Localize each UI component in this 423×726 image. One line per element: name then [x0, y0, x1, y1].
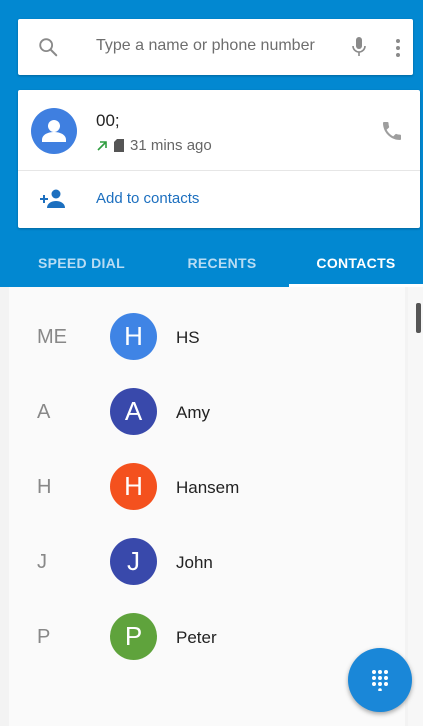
- contact-name: Amy: [176, 403, 210, 422]
- contact-list: ME H HS A A Amy H H Hansem J J John P P …: [9, 287, 405, 726]
- search-bar[interactable]: Type a name or phone number: [18, 19, 413, 75]
- recent-call-card: 00; 31 mins ago Add to contacts: [18, 90, 420, 228]
- search-input[interactable]: Type a name or phone number: [96, 37, 315, 55]
- avatar: H: [110, 463, 157, 510]
- contact-row-peter[interactable]: P P Peter: [9, 599, 405, 674]
- contact-row-hansem[interactable]: H H Hansem: [9, 449, 405, 524]
- recent-call-row[interactable]: 00; 31 mins ago: [18, 90, 420, 170]
- add-to-contacts-button[interactable]: Add to contacts: [18, 171, 420, 228]
- scrollbar[interactable]: [408, 287, 423, 726]
- more-vert-icon[interactable]: [390, 36, 406, 60]
- section-header: H: [37, 476, 52, 498]
- person-icon: [42, 120, 66, 142]
- contact-row-amy[interactable]: A A Amy: [9, 374, 405, 449]
- avatar[interactable]: [31, 108, 77, 154]
- phone-icon[interactable]: [380, 119, 404, 143]
- recent-call-meta: 31 mins ago: [96, 137, 212, 154]
- section-header: P: [37, 626, 51, 648]
- search-icon[interactable]: [37, 36, 59, 58]
- sim-icon: [114, 139, 124, 152]
- tab-bar: SPEED DIAL RECENTS CONTACTS: [0, 240, 423, 287]
- recent-call-time: 31 mins ago: [130, 137, 212, 154]
- contact-name: John: [176, 553, 213, 572]
- section-header: A: [37, 401, 51, 423]
- dialpad-button[interactable]: [348, 648, 412, 712]
- avatar: H: [110, 313, 157, 360]
- tab-contacts[interactable]: CONTACTS: [289, 240, 423, 287]
- add-person-icon: [40, 189, 65, 208]
- scrollbar-thumb[interactable]: [416, 303, 421, 333]
- section-header: J: [37, 551, 47, 573]
- recent-call-number: 00;: [96, 111, 120, 130]
- tab-recents[interactable]: RECENTS: [155, 240, 289, 287]
- avatar: A: [110, 388, 157, 435]
- contact-name: Peter: [176, 628, 217, 647]
- section-header: ME: [37, 326, 67, 348]
- tab-speed-dial[interactable]: SPEED DIAL: [0, 240, 163, 287]
- contact-name: HS: [176, 328, 200, 347]
- dialpad-icon: [372, 670, 388, 691]
- contact-row-me[interactable]: ME H HS: [9, 299, 405, 374]
- outgoing-call-icon: [97, 140, 107, 151]
- contact-row-john[interactable]: J J John: [9, 524, 405, 599]
- avatar: P: [110, 613, 157, 660]
- avatar: J: [110, 538, 157, 585]
- add-to-contacts-label: Add to contacts: [96, 190, 200, 207]
- contact-name: Hansem: [176, 478, 240, 497]
- mic-icon[interactable]: [351, 35, 367, 59]
